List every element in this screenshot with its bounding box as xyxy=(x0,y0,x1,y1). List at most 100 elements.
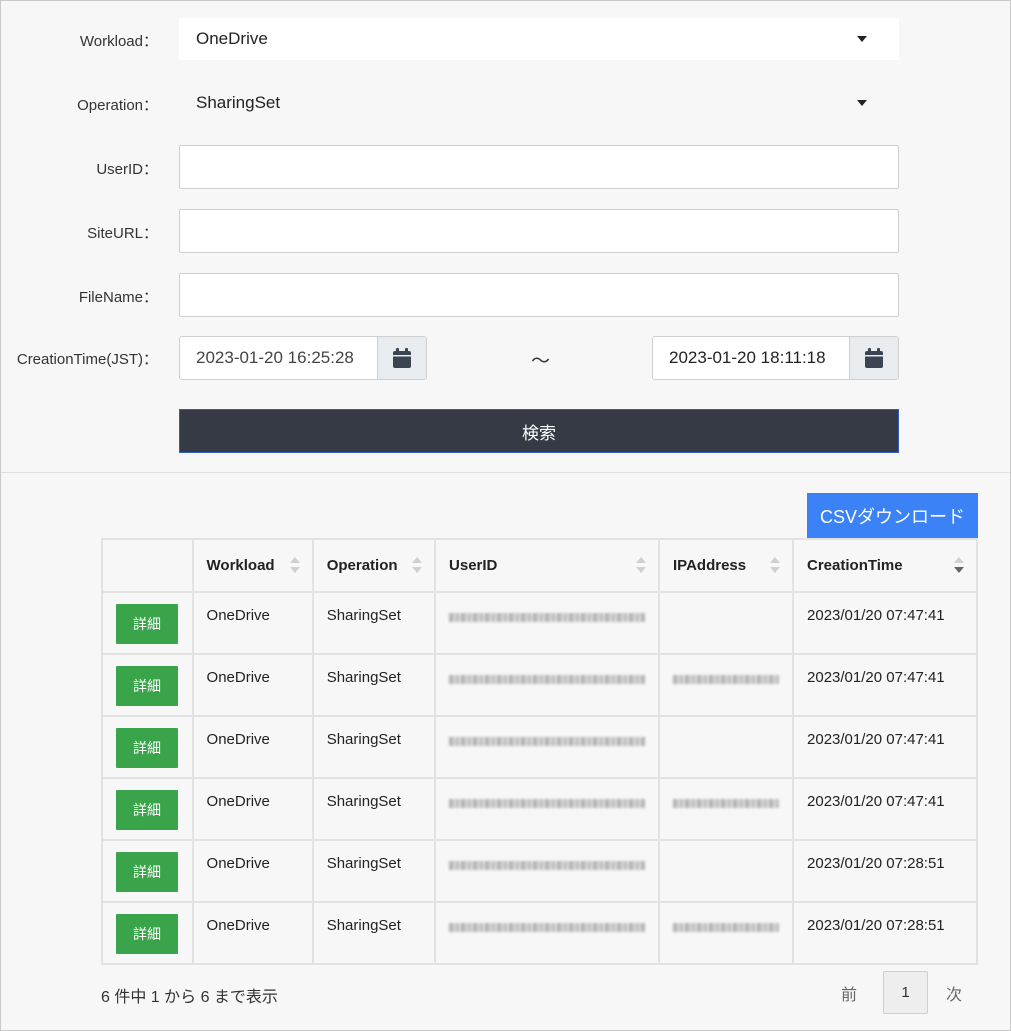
cell-creationtime: 2023/01/20 07:47:41 xyxy=(792,591,978,655)
redacted-userid xyxy=(449,737,646,746)
creation-time-from: 2023-01-20 16:25:28 xyxy=(179,336,427,380)
redacted-userid xyxy=(449,861,646,870)
results-table: Workload Operation UserID IPAddress Crea… xyxy=(101,538,978,965)
table-row: 詳細 OneDrive SharingSet 2023/01/20 07:47:41 xyxy=(101,653,978,717)
cell-ipaddress xyxy=(658,653,795,717)
cell-action: 詳細 xyxy=(101,839,194,903)
cell-operation: SharingSet xyxy=(311,901,437,965)
column-header-userid[interactable]: UserID xyxy=(434,538,661,593)
detail-button[interactable]: 詳細 xyxy=(116,914,178,954)
cell-creationtime: 2023/01/20 07:28:51 xyxy=(792,839,978,903)
caret-down-icon xyxy=(857,100,867,106)
userid-label: UserID： xyxy=(96,161,158,178)
detail-button[interactable]: 詳細 xyxy=(116,666,178,706)
cell-operation: SharingSet xyxy=(311,653,437,717)
search-button[interactable]: 検索 xyxy=(179,409,899,453)
pagination-next[interactable]: 次 xyxy=(946,981,962,1005)
column-header-operation[interactable]: Operation xyxy=(311,538,437,593)
column-header-label: UserID xyxy=(449,557,498,574)
redacted-userid xyxy=(449,799,646,808)
cell-ipaddress xyxy=(658,777,795,841)
column-header-action xyxy=(101,538,194,593)
cell-operation: SharingSet xyxy=(311,777,437,841)
divider xyxy=(1,472,1010,473)
cell-userid xyxy=(434,591,661,655)
detail-button[interactable]: 詳細 xyxy=(116,604,178,644)
cell-workload: OneDrive xyxy=(191,591,314,655)
column-header-workload[interactable]: Workload xyxy=(191,538,314,593)
cell-userid xyxy=(434,839,661,903)
search-form: Workload： OneDrive Operation： SharingSet… xyxy=(1,1,1010,472)
table-row: 詳細 OneDrive SharingSet 2023/01/20 07:47:41 xyxy=(101,715,978,779)
redacted-userid xyxy=(449,675,646,684)
sort-icon xyxy=(412,557,423,575)
calendar-from-button[interactable] xyxy=(377,337,426,379)
detail-button[interactable]: 詳細 xyxy=(116,728,178,768)
cell-workload: OneDrive xyxy=(191,715,314,779)
creation-time-from-input[interactable]: 2023-01-20 16:25:28 xyxy=(180,337,377,379)
sort-icon xyxy=(636,557,647,575)
range-separator: ～ xyxy=(531,351,551,372)
column-header-label: Operation xyxy=(326,557,398,574)
userid-input[interactable] xyxy=(179,145,899,189)
cell-creationtime: 2023/01/20 07:47:41 xyxy=(792,777,978,841)
table-row: 詳細 OneDrive SharingSet 2023/01/20 07:47:41 xyxy=(101,777,978,841)
cell-workload: OneDrive xyxy=(191,653,314,717)
pagination: 前 1 次 xyxy=(841,971,962,1014)
caret-down-icon xyxy=(857,36,867,42)
operation-select[interactable]: SharingSet xyxy=(179,82,899,124)
cell-userid xyxy=(434,901,661,965)
cell-creationtime: 2023/01/20 07:47:41 xyxy=(792,653,978,717)
redacted-userid xyxy=(449,923,646,932)
workload-select[interactable]: OneDrive xyxy=(179,18,899,60)
creation-time-to-input[interactable]: 2023-01-20 18:11:18 xyxy=(653,337,849,379)
column-header-label: CreationTime xyxy=(807,557,903,574)
siteurl-input[interactable] xyxy=(179,209,899,253)
cell-operation: SharingSet xyxy=(311,715,437,779)
cell-action: 詳細 xyxy=(101,901,194,965)
table-info: 6 件中 1 から 6 まで表示 xyxy=(101,989,278,1006)
detail-button[interactable]: 詳細 xyxy=(116,852,178,892)
sort-icon xyxy=(770,557,781,575)
filename-input[interactable] xyxy=(179,273,899,317)
redacted-ipaddress xyxy=(673,799,780,808)
calendar-to-button[interactable] xyxy=(849,337,898,379)
cell-workload: OneDrive xyxy=(191,901,314,965)
operation-label: Operation： xyxy=(77,97,158,114)
sort-icon xyxy=(289,557,300,575)
cell-workload: OneDrive xyxy=(191,777,314,841)
calendar-icon xyxy=(865,348,883,368)
cell-operation: SharingSet xyxy=(311,839,437,903)
column-header-label: Workload xyxy=(206,557,275,574)
detail-button[interactable]: 詳細 xyxy=(116,790,178,830)
audit-log-search-page: Workload： OneDrive Operation： SharingSet… xyxy=(0,0,1011,1031)
cell-userid xyxy=(434,653,661,717)
column-header-creationtime[interactable]: CreationTime xyxy=(792,538,978,593)
cell-operation: SharingSet xyxy=(311,591,437,655)
cell-userid xyxy=(434,777,661,841)
table-header-row: Workload Operation UserID IPAddress Crea… xyxy=(101,538,978,593)
redacted-ipaddress xyxy=(673,675,780,684)
calendar-icon xyxy=(393,348,411,368)
cell-action: 詳細 xyxy=(101,653,194,717)
table-row: 詳細 OneDrive SharingSet 2023/01/20 07:28:51 xyxy=(101,901,978,965)
workload-select-value: OneDrive xyxy=(196,29,268,48)
cell-creationtime: 2023/01/20 07:47:41 xyxy=(792,715,978,779)
table-row: 詳細 OneDrive SharingSet 2023/01/20 07:47:41 xyxy=(101,591,978,655)
cell-userid xyxy=(434,715,661,779)
cell-action: 詳細 xyxy=(101,591,194,655)
cell-ipaddress xyxy=(658,591,795,655)
redacted-ipaddress xyxy=(673,923,780,932)
filename-label: FileName： xyxy=(78,289,158,306)
siteurl-label: SiteURL： xyxy=(87,225,158,242)
pagination-prev[interactable]: 前 xyxy=(841,981,857,1005)
cell-ipaddress xyxy=(658,715,795,779)
csv-download-button[interactable]: CSVダウンロード xyxy=(807,493,978,538)
workload-label: Workload： xyxy=(79,33,158,50)
column-header-ipaddress[interactable]: IPAddress xyxy=(658,538,795,593)
pagination-page[interactable]: 1 xyxy=(883,971,929,1014)
operation-select-value: SharingSet xyxy=(196,93,281,112)
creation-time-label: CreationTime(JST)： xyxy=(16,351,158,368)
cell-workload: OneDrive xyxy=(191,839,314,903)
cell-action: 詳細 xyxy=(101,777,194,841)
